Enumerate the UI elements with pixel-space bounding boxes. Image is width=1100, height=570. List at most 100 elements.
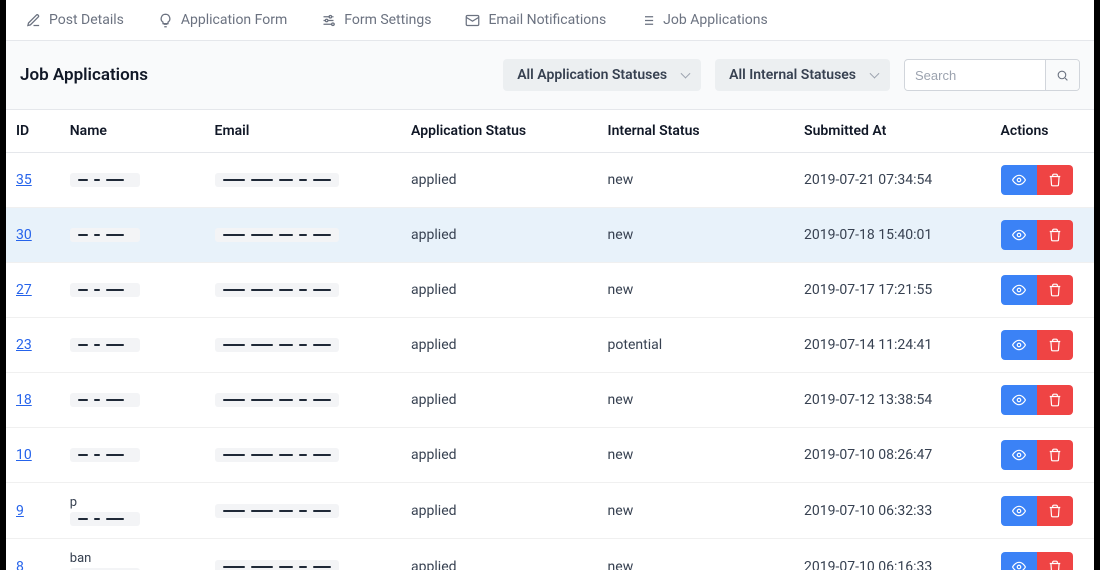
search-button[interactable] bbox=[1045, 60, 1079, 90]
tab-email-notifications[interactable]: Email Notifications bbox=[465, 12, 606, 28]
filter-application-status[interactable]: All Application Statuses bbox=[503, 59, 701, 91]
cell-app-status: applied bbox=[401, 153, 598, 208]
cell-submitted: 2019-07-12 13:38:54 bbox=[794, 373, 991, 428]
view-button[interactable] bbox=[1001, 552, 1037, 570]
row-id-link[interactable]: 35 bbox=[16, 172, 32, 188]
cell-app-status: applied bbox=[401, 483, 598, 539]
cell-app-status: applied bbox=[401, 263, 598, 318]
list-icon bbox=[640, 13, 655, 28]
cell-int-status: potential bbox=[598, 318, 795, 373]
eye-icon bbox=[1012, 448, 1026, 462]
filter-internal-status[interactable]: All Internal Statuses bbox=[715, 59, 890, 91]
name-extra: ban bbox=[70, 551, 195, 566]
cell-app-status: applied bbox=[401, 373, 598, 428]
search-input[interactable] bbox=[905, 61, 1045, 90]
view-button[interactable] bbox=[1001, 220, 1037, 250]
applications-table: ID Name Email Application Status Interna… bbox=[6, 110, 1094, 570]
sliders-icon bbox=[321, 13, 336, 28]
header-bar: Job Applications All Application Statuse… bbox=[6, 41, 1094, 110]
cell-app-status: applied bbox=[401, 318, 598, 373]
cell-app-status: applied bbox=[401, 539, 598, 570]
redacted-email bbox=[215, 338, 339, 352]
redacted-name bbox=[70, 338, 140, 352]
row-id-link[interactable]: 10 bbox=[16, 447, 32, 463]
row-id-link[interactable]: 23 bbox=[16, 337, 32, 353]
eye-icon bbox=[1012, 283, 1026, 297]
delete-button[interactable] bbox=[1037, 385, 1073, 415]
tab-label: Application Form bbox=[181, 12, 287, 28]
row-id-link[interactable]: 9 bbox=[16, 503, 24, 519]
redacted-name bbox=[70, 512, 140, 526]
trash-icon bbox=[1048, 504, 1062, 518]
cell-app-status: applied bbox=[401, 428, 598, 483]
view-button[interactable] bbox=[1001, 385, 1037, 415]
redacted-email bbox=[215, 393, 339, 407]
trash-icon bbox=[1048, 338, 1062, 352]
cell-int-status: new bbox=[598, 263, 795, 318]
tab-bar: Post Details Application Form Form Setti… bbox=[6, 0, 1094, 41]
tab-application-form[interactable]: Application Form bbox=[158, 12, 287, 28]
cell-int-status: new bbox=[598, 373, 795, 428]
cell-submitted: 2019-07-21 07:34:54 bbox=[794, 153, 991, 208]
eye-icon bbox=[1012, 393, 1026, 407]
eye-icon bbox=[1012, 173, 1026, 187]
trash-icon bbox=[1048, 448, 1062, 462]
redacted-name bbox=[70, 448, 140, 462]
delete-button[interactable] bbox=[1037, 220, 1073, 250]
pencil-icon bbox=[26, 13, 41, 28]
row-id-link[interactable]: 30 bbox=[16, 227, 32, 243]
tab-label: Job Applications bbox=[663, 12, 768, 28]
mail-icon bbox=[465, 13, 480, 28]
cell-submitted: 2019-07-10 06:16:33 bbox=[794, 539, 991, 570]
delete-button[interactable] bbox=[1037, 330, 1073, 360]
eye-icon bbox=[1012, 228, 1026, 242]
view-button[interactable] bbox=[1001, 330, 1037, 360]
redacted-email bbox=[215, 283, 339, 297]
tab-post-details[interactable]: Post Details bbox=[26, 12, 124, 28]
row-id-link[interactable]: 18 bbox=[16, 392, 32, 408]
search-icon bbox=[1056, 69, 1069, 82]
redacted-name bbox=[70, 173, 140, 187]
redacted-email bbox=[215, 228, 339, 242]
delete-button[interactable] bbox=[1037, 440, 1073, 470]
delete-button[interactable] bbox=[1037, 165, 1073, 195]
tab-form-settings[interactable]: Form Settings bbox=[321, 12, 431, 28]
table-row: 18 appliednew2019-07-12 13:38:54 bbox=[6, 373, 1094, 428]
redacted-name bbox=[70, 228, 140, 242]
col-email: Email bbox=[205, 110, 402, 153]
row-id-link[interactable]: 27 bbox=[16, 282, 32, 298]
col-id: ID bbox=[6, 110, 60, 153]
trash-icon bbox=[1048, 560, 1062, 570]
col-submitted: Submitted At bbox=[794, 110, 991, 153]
view-button[interactable] bbox=[1001, 440, 1037, 470]
delete-button[interactable] bbox=[1037, 496, 1073, 526]
delete-button[interactable] bbox=[1037, 552, 1073, 570]
row-id-link[interactable]: 8 bbox=[16, 559, 24, 570]
view-button[interactable] bbox=[1001, 165, 1037, 195]
cell-int-status: new bbox=[598, 483, 795, 539]
cell-app-status: applied bbox=[401, 208, 598, 263]
search-wrap bbox=[904, 59, 1080, 91]
redacted-name bbox=[70, 283, 140, 297]
tab-job-applications[interactable]: Job Applications bbox=[640, 12, 768, 28]
table-row: 8 ban appliednew2019-07-10 06:16:33 bbox=[6, 539, 1094, 570]
table-row: 10appliednew2019-07-10 08:26:47 bbox=[6, 428, 1094, 483]
delete-button[interactable] bbox=[1037, 275, 1073, 305]
tab-label: Post Details bbox=[49, 12, 124, 28]
table-row: 35appliednew2019-07-21 07:34:54 bbox=[6, 153, 1094, 208]
cell-submitted: 2019-07-10 08:26:47 bbox=[794, 428, 991, 483]
name-extra: p bbox=[70, 495, 195, 510]
cell-submitted: 2019-07-10 06:32:33 bbox=[794, 483, 991, 539]
tab-label: Form Settings bbox=[344, 12, 431, 28]
bulb-icon bbox=[158, 13, 173, 28]
cell-int-status: new bbox=[598, 539, 795, 570]
cell-submitted: 2019-07-17 17:21:55 bbox=[794, 263, 991, 318]
trash-icon bbox=[1048, 283, 1062, 297]
eye-icon bbox=[1012, 504, 1026, 518]
view-button[interactable] bbox=[1001, 275, 1037, 305]
redacted-email bbox=[215, 173, 339, 187]
eye-icon bbox=[1012, 560, 1026, 570]
view-button[interactable] bbox=[1001, 496, 1037, 526]
cell-submitted: 2019-07-18 15:40:01 bbox=[794, 208, 991, 263]
redacted-name bbox=[70, 393, 140, 407]
